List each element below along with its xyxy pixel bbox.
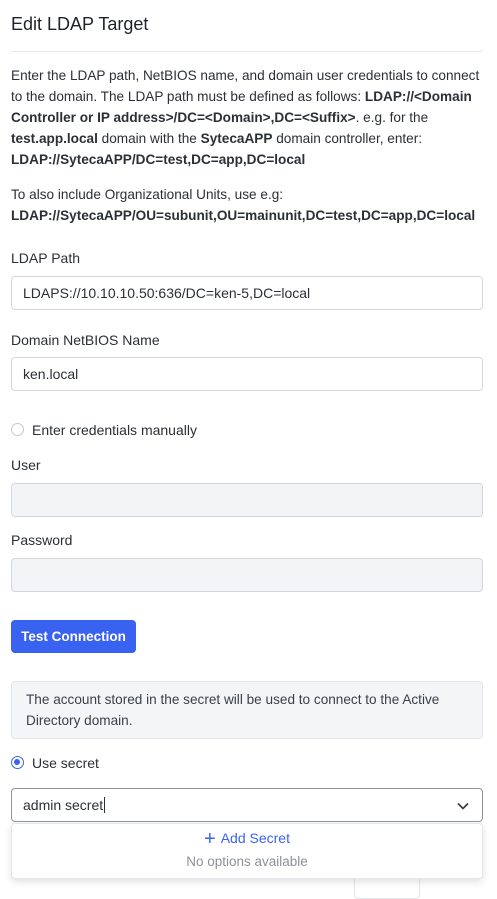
use-secret-radio[interactable] — [11, 756, 24, 769]
secret-dropdown-menu: + Add Secret No options available — [11, 823, 483, 879]
instructions-text: domain controller, enter: — [272, 131, 423, 146]
page-title: Edit LDAP Target — [11, 14, 149, 34]
add-secret-label: Add Secret — [220, 830, 290, 846]
chevron-down-icon[interactable] — [456, 799, 470, 813]
credentials-manual-radio[interactable] — [11, 423, 24, 436]
no-options-label: No options available — [186, 854, 308, 869]
hidden-button-edge — [354, 879, 420, 899]
credentials-manual-label[interactable]: Enter credentials manually — [32, 422, 197, 438]
user-input[interactable] — [11, 483, 483, 517]
ldap-path-label: LDAP Path — [11, 250, 81, 266]
instructions-text: . e.g. for the — [355, 110, 429, 125]
password-input[interactable] — [11, 558, 483, 592]
secret-select[interactable]: admin secret — [11, 788, 483, 822]
ou-example: LDAP://SytecaAPP/OU=subunit,OU=mainunit,… — [11, 208, 476, 223]
ou-text: To also include Organizational Units, us… — [11, 187, 284, 202]
secret-select-value: admin secret — [23, 797, 104, 813]
instructions-text: domain with the — [97, 131, 201, 146]
example-ldap-path: LDAP://SytecaAPP/DC=test,DC=app,DC=local — [11, 152, 306, 167]
example-controller: SytecaAPP — [200, 131, 273, 146]
ldap-path-input[interactable]: LDAPS://10.10.10.50:636/DC=ken-5,DC=loca… — [11, 276, 483, 310]
plus-icon: + — [204, 828, 216, 850]
ou-instructions: To also include Organizational Units, us… — [11, 184, 491, 226]
password-label: Password — [11, 532, 73, 548]
text-cursor — [104, 797, 106, 813]
test-connection-button[interactable]: Test Connection — [11, 620, 136, 653]
example-domain: test.app.local — [11, 131, 98, 146]
ldap-instructions: Enter the LDAP path, NetBIOS name, and d… — [11, 65, 491, 170]
user-label: User — [11, 457, 41, 473]
netbios-label: Domain NetBIOS Name — [11, 332, 160, 348]
secret-info-text: The account stored in the secret will be… — [26, 692, 440, 728]
netbios-input[interactable]: ken.local — [11, 357, 483, 391]
title-divider — [11, 51, 483, 52]
add-secret-option[interactable]: + Add Secret — [12, 828, 482, 851]
secret-info-box: The account stored in the secret will be… — [11, 681, 483, 739]
use-secret-label[interactable]: Use secret — [32, 755, 99, 771]
